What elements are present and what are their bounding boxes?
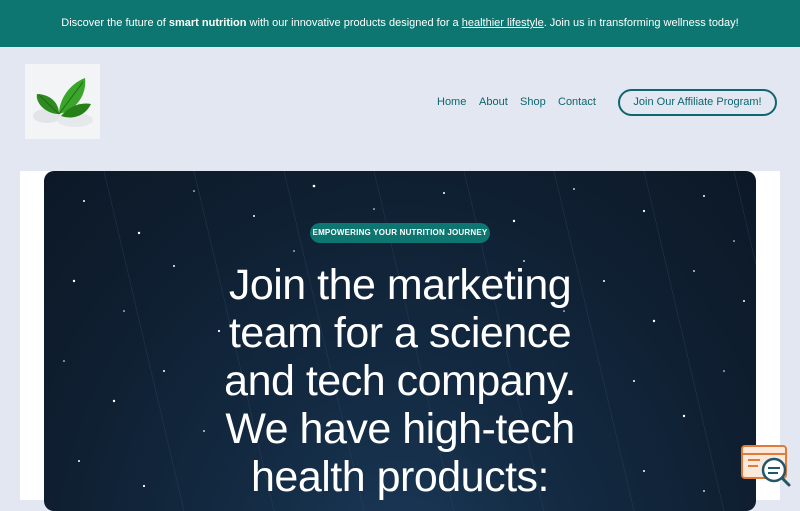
hero-headline: Join the marketing team for a science an… [44, 261, 756, 501]
headline-line-4: We have high-tech [225, 405, 575, 453]
headline-line-2: team for a science [228, 309, 572, 357]
hero-eyebrow-badge: EMPOWERING YOUR NUTRITION JOURNEY [310, 223, 490, 243]
nav-shop[interactable]: Shop [520, 90, 546, 114]
headline-line-3: and tech company. [224, 357, 576, 405]
announcement-text-after: . Join us in transforming wellness today… [543, 17, 739, 29]
nav-contact[interactable]: Contact [558, 90, 596, 114]
headline-line-5: health products: [251, 453, 549, 501]
chat-widget-button[interactable] [740, 444, 792, 488]
hero-section: EMPOWERING YOUR NUTRITION JOURNEY Join t… [44, 171, 756, 511]
announcement-text-middle: with our innovative products designed fo… [246, 17, 462, 29]
affiliate-program-button[interactable]: Join Our Affiliate Program! [618, 89, 777, 116]
announcement-bold: smart nutrition [168, 17, 247, 29]
announcement-text-before: Discover the future of [61, 17, 169, 29]
nav-home[interactable]: Home [437, 90, 466, 114]
headline-line-1: Join the marketing [228, 261, 572, 309]
announcement-bar: Discover the future of smart nutrition w… [0, 0, 800, 47]
nav-about[interactable]: About [479, 90, 508, 114]
announcement-link[interactable]: healthier lifestyle [462, 17, 544, 29]
chat-search-icon [741, 445, 791, 487]
